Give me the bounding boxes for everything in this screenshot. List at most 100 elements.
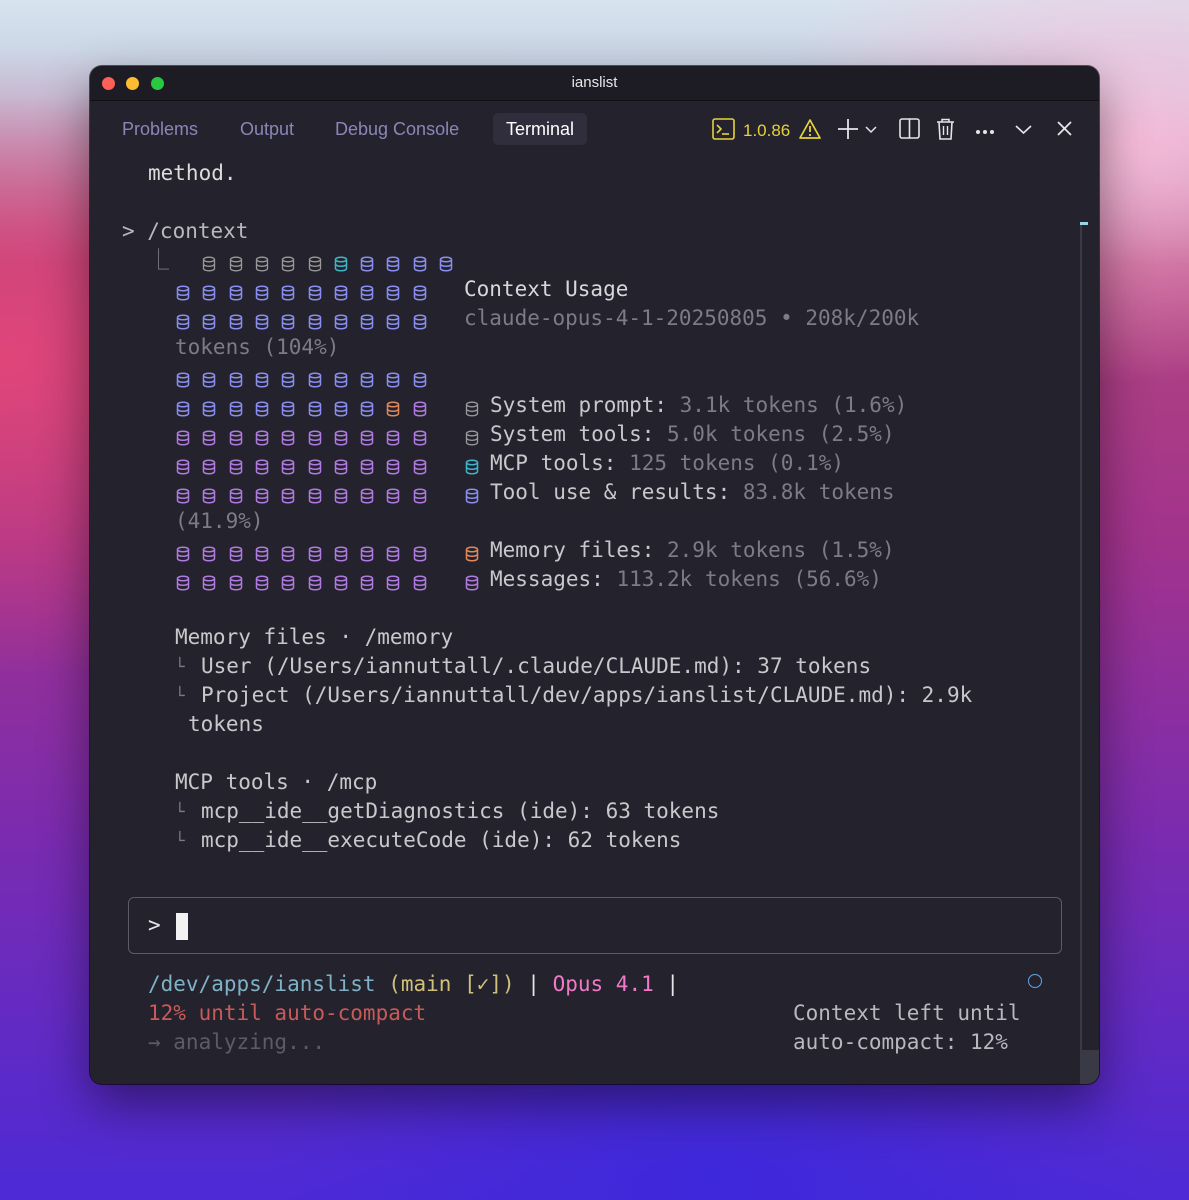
terminal-icon bbox=[712, 117, 735, 145]
collapse-icon bbox=[1015, 122, 1032, 140]
legend-icon bbox=[465, 485, 479, 504]
context-block-icon bbox=[308, 427, 322, 446]
prompt-input[interactable]: > bbox=[128, 897, 1062, 954]
status-separator-2: | bbox=[653, 972, 680, 996]
status-path: /dev/apps/ianslist bbox=[148, 972, 376, 996]
close-icon bbox=[1057, 121, 1072, 141]
context-block-icon bbox=[281, 572, 295, 591]
legend-item: System tools: 5.0k tokens (2.5%) bbox=[490, 420, 895, 449]
context-block-icon bbox=[308, 253, 322, 272]
terminal-output[interactable]: method. > /context ⎿ Context Usage claud… bbox=[90, 159, 1078, 1084]
context-block-icon bbox=[386, 282, 400, 301]
context-block-icon bbox=[334, 543, 348, 562]
mcp-tool-diagnostics: mcp__ide__getDiagnostics (ide): 63 token… bbox=[201, 799, 720, 823]
context-left-line-1: Context left until bbox=[793, 1001, 1021, 1025]
context-block-icon bbox=[255, 485, 269, 504]
legend-icon bbox=[465, 427, 479, 446]
context-block-icon bbox=[308, 311, 322, 330]
context-block-icon bbox=[334, 253, 348, 272]
legend-label: Tool use & results: bbox=[490, 480, 731, 504]
context-block-icon bbox=[334, 311, 348, 330]
context-block-icon bbox=[229, 398, 243, 417]
context-block-icon bbox=[229, 543, 243, 562]
legend-item: Messages: 113.2k tokens (56.6%) bbox=[490, 565, 882, 594]
context-block-icon bbox=[176, 369, 190, 388]
tab-debug-console[interactable]: Debug Console bbox=[322, 113, 472, 145]
context-block-icon bbox=[413, 369, 427, 388]
context-block-icon bbox=[281, 456, 295, 475]
legend-label: System tools: bbox=[490, 422, 655, 446]
context-block-icon bbox=[255, 253, 269, 272]
panel-toolbar: Problems Output Debug Console Terminal 1… bbox=[90, 101, 1099, 159]
context-block-icon bbox=[229, 456, 243, 475]
collapse-panel-button[interactable] bbox=[1015, 118, 1032, 144]
plus-icon bbox=[837, 118, 859, 145]
mcp-tools-heading: MCP tools · /mcp bbox=[175, 770, 378, 794]
context-block-icon bbox=[413, 456, 427, 475]
scrollbar-lower bbox=[1080, 1050, 1099, 1084]
more-actions-button[interactable] bbox=[975, 118, 995, 144]
analyzing-status: → analyzing... bbox=[148, 1030, 326, 1054]
context-command: > /context bbox=[122, 219, 249, 243]
new-terminal-button[interactable] bbox=[837, 118, 877, 144]
context-block-icon bbox=[229, 311, 243, 330]
context-block-icon bbox=[229, 369, 243, 388]
chevron-down-icon[interactable] bbox=[865, 122, 877, 140]
auto-compact-warning: 12% until auto-compact bbox=[148, 1001, 427, 1025]
context-block-icon bbox=[281, 253, 295, 272]
context-block-icon bbox=[202, 456, 216, 475]
context-block-icon bbox=[202, 398, 216, 417]
context-block-icon bbox=[176, 282, 190, 301]
context-model-info: claude-opus-4-1-20250805 • 208k/200k bbox=[464, 306, 920, 330]
legend-icon bbox=[465, 398, 479, 417]
context-block-icon bbox=[229, 427, 243, 446]
context-block-icon bbox=[202, 427, 216, 446]
context-block-icon bbox=[334, 427, 348, 446]
scrollbar-thumb[interactable] bbox=[1080, 222, 1088, 225]
legend-value: 2.9k tokens (1.5%) bbox=[654, 538, 895, 562]
context-block-icon bbox=[176, 456, 190, 475]
window-title: ianslist bbox=[571, 74, 618, 91]
mcp-tool-execute: mcp__ide__executeCode (ide): 62 tokens bbox=[201, 828, 682, 852]
context-block-icon bbox=[281, 282, 295, 301]
tab-terminal[interactable]: Terminal bbox=[493, 113, 588, 145]
legend-value: 125 tokens (0.1%) bbox=[616, 451, 845, 475]
legend-wrap: (41.9%) bbox=[175, 509, 264, 533]
legend-item: MCP tools: 125 tokens (0.1%) bbox=[490, 449, 844, 478]
more-icon bbox=[975, 122, 995, 140]
terminal-profile-button[interactable]: 1.0.86 bbox=[712, 117, 822, 145]
memory-file-user: User (/Users/iannuttall/.claude/CLAUDE.m… bbox=[201, 654, 872, 678]
context-block-icon bbox=[255, 543, 269, 562]
context-block-icon bbox=[281, 485, 295, 504]
context-block-icon bbox=[413, 253, 427, 272]
split-icon bbox=[899, 118, 920, 144]
context-block-icon bbox=[281, 311, 295, 330]
tab-problems[interactable]: Problems bbox=[109, 113, 211, 145]
context-block-icon bbox=[308, 572, 322, 591]
legend-label: Memory files: bbox=[490, 538, 655, 562]
context-block-icon bbox=[176, 427, 190, 446]
kill-terminal-button[interactable] bbox=[936, 118, 955, 144]
context-block-icon bbox=[334, 369, 348, 388]
legend-label: Messages: bbox=[490, 567, 604, 591]
memory-tree-corner-2: └ bbox=[175, 686, 185, 705]
context-block-icon bbox=[360, 572, 374, 591]
split-terminal-button[interactable] bbox=[899, 118, 920, 144]
memory-file-wrap: tokens bbox=[188, 712, 264, 736]
legend-item: Tool use & results: 83.8k tokens bbox=[490, 478, 895, 507]
context-block-icon bbox=[360, 485, 374, 504]
context-block-icon bbox=[360, 282, 374, 301]
tab-output[interactable]: Output bbox=[227, 113, 307, 145]
context-block-icon bbox=[386, 398, 400, 417]
context-block-icon bbox=[176, 572, 190, 591]
context-block-icon bbox=[281, 369, 295, 388]
context-block-icon bbox=[176, 543, 190, 562]
legend-value: 5.0k tokens (2.5%) bbox=[654, 422, 895, 446]
context-block-icon bbox=[202, 485, 216, 504]
legend-label: System prompt: bbox=[490, 393, 668, 417]
status-model: Opus 4.1 bbox=[552, 972, 654, 996]
close-panel-button[interactable] bbox=[1057, 118, 1072, 144]
context-block-icon bbox=[360, 369, 374, 388]
legend-icon bbox=[465, 456, 479, 475]
status-line: /dev/apps/ianslist (main [✓]) | Opus 4.1… bbox=[148, 970, 679, 999]
